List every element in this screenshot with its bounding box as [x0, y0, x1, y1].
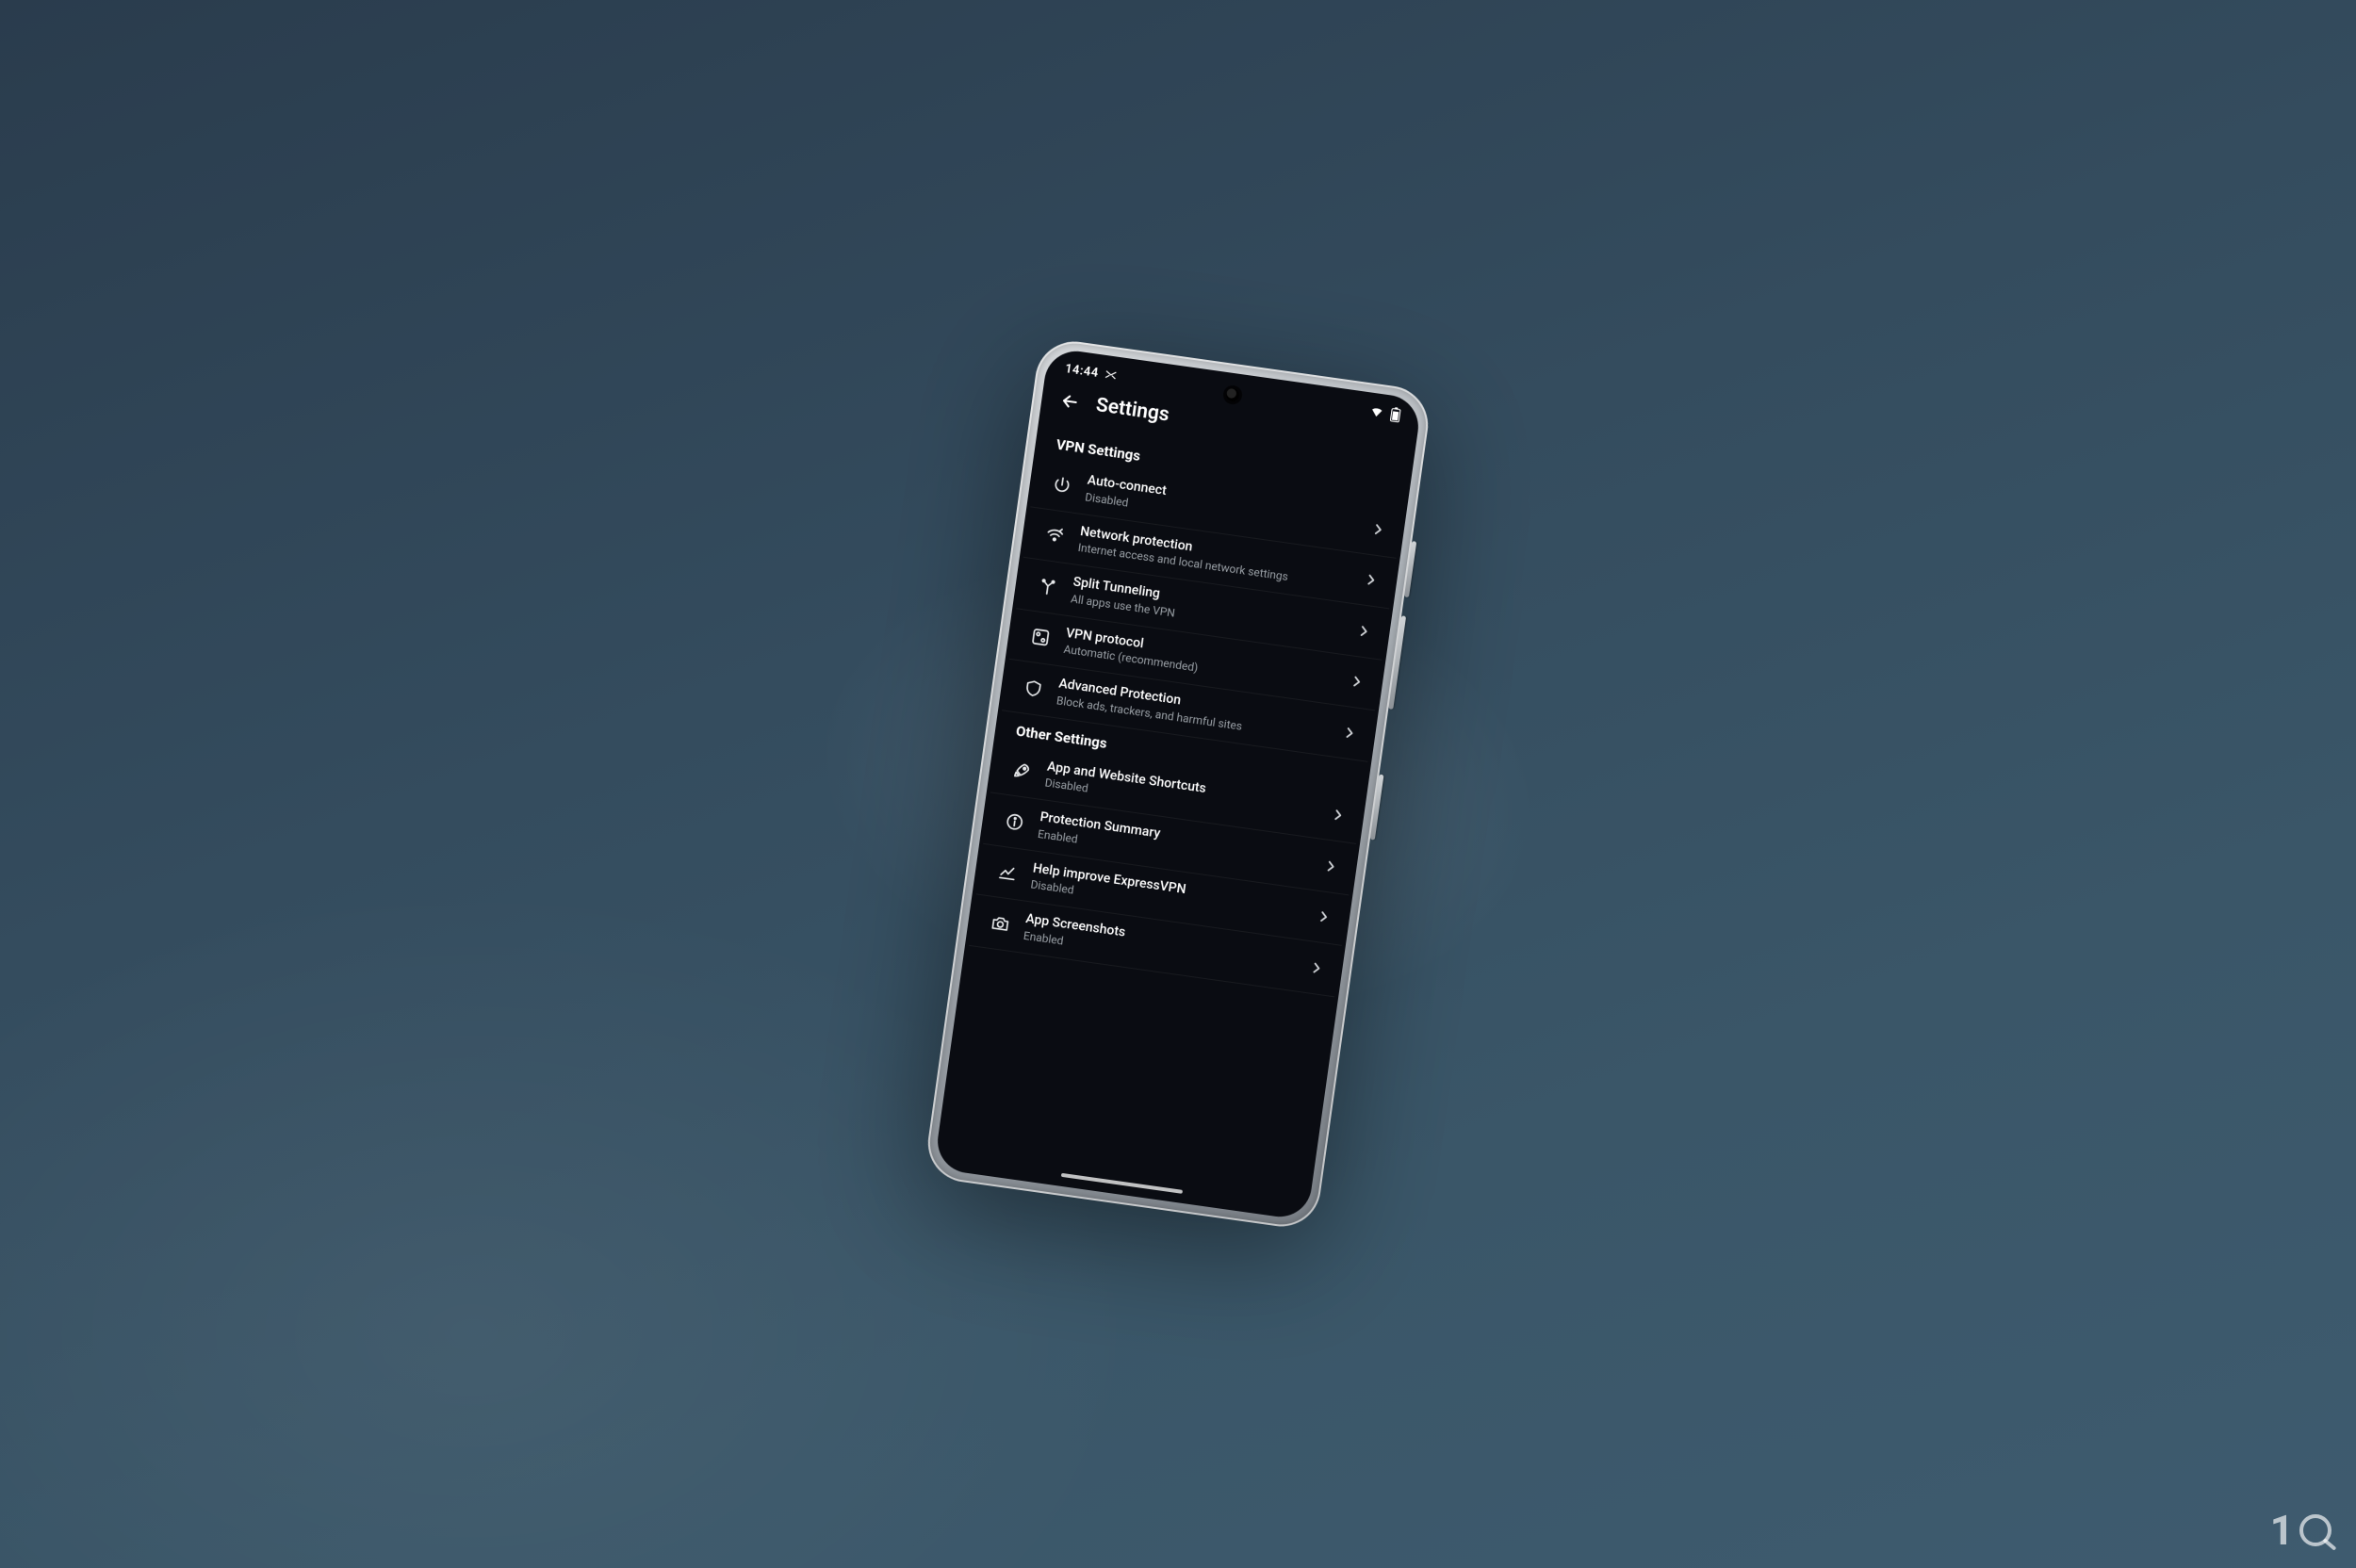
phone-frame: 14:44	[923, 336, 1432, 1232]
power-icon	[1049, 472, 1074, 498]
chevron-right-icon	[1362, 571, 1381, 590]
status-time: 14:44	[1064, 362, 1099, 381]
wifi-lock-icon	[1042, 523, 1068, 548]
magnifier-icon	[2299, 1514, 2331, 1546]
split-icon	[1035, 574, 1060, 599]
chevron-right-icon	[1307, 958, 1326, 977]
chevron-right-icon	[1321, 857, 1340, 875]
settings-content[interactable]: VPN Settings Auto-connect Disabled	[936, 424, 1412, 1204]
chevron-right-icon	[1348, 672, 1366, 691]
chevron-right-icon	[1369, 520, 1388, 539]
protocol-icon	[1028, 625, 1054, 650]
info-icon	[1002, 808, 1027, 834]
chart-icon	[995, 859, 1021, 885]
phone-screen: 14:44	[934, 347, 1423, 1220]
phone-side-button	[1404, 541, 1416, 597]
chevron-right-icon	[1315, 907, 1333, 926]
status-app-icon	[1104, 368, 1119, 383]
rocket-icon	[1009, 759, 1035, 784]
watermark-text: 1	[2270, 1510, 2296, 1551]
chevron-right-icon	[1329, 806, 1348, 825]
back-button[interactable]	[1055, 386, 1086, 416]
phone-side-button	[1370, 775, 1384, 841]
arrow-left-icon	[1058, 390, 1082, 414]
phone-wrapper: 14:44	[923, 336, 1432, 1232]
wifi-icon	[1368, 404, 1385, 419]
battery-icon	[1389, 407, 1402, 424]
chevron-right-icon	[1340, 723, 1359, 742]
chevron-right-icon	[1354, 621, 1373, 640]
phone-side-button	[1388, 615, 1406, 710]
page-title: Settings	[1094, 394, 1170, 427]
shield-icon	[1021, 676, 1046, 701]
camera-icon	[988, 910, 1013, 936]
watermark: 1	[2270, 1510, 2331, 1551]
